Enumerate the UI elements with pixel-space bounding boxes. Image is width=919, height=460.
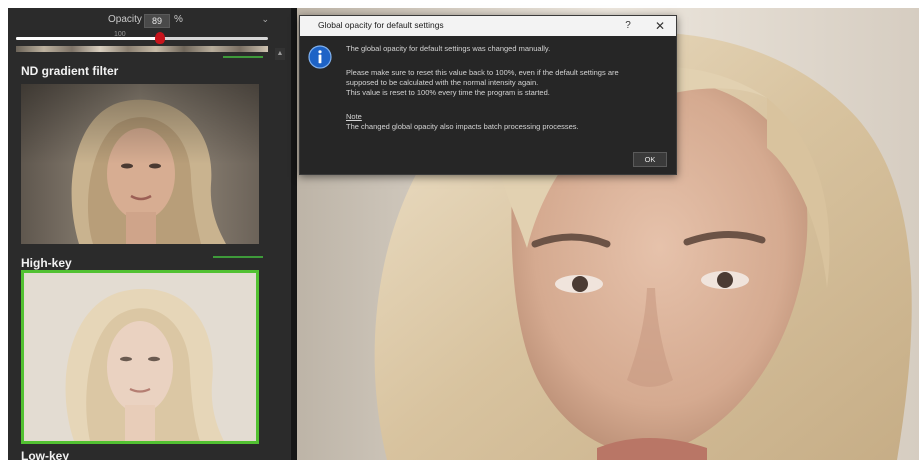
help-icon[interactable]: ? [621,18,635,34]
portrait-thumbnail-image [21,84,259,244]
green-accent-line [213,256,263,258]
preset-thumbnail-strip[interactable] [16,46,268,52]
dialog-message-line: Please make sure to reset this value bac… [346,68,619,77]
dialog-note-text: The changed global opacity also impacts … [346,122,579,131]
dialog-message-line: This value is reset to 100% every time t… [346,88,550,97]
info-icon [308,45,332,69]
dialog-message-line: supposed to be calculated with the norma… [346,78,539,87]
scroll-up-arrow-icon[interactable]: ▲ [275,48,285,60]
dialog-message-line: The global opacity for default settings … [346,44,551,53]
chevron-down-icon[interactable]: ⌄ [261,14,269,25]
opacity-input[interactable]: 89 [144,14,170,28]
opacity-row: Opacity 89 % ⌄ [8,12,291,30]
global-opacity-dialog: Global opacity for default settings ? ✕ … [299,15,677,175]
opacity-slider[interactable]: 100 [16,31,268,44]
preset-thumbnail-nd-gradient[interactable] [21,84,259,244]
portrait-thumbnail-image [24,273,256,441]
dialog-title: Global opacity for default settings [318,20,444,30]
ok-button[interactable]: OK [633,152,667,167]
preset-title-high-key: High-key [21,256,72,270]
preset-thumbnail-high-key[interactable] [21,270,259,444]
preset-title-low-key: Low-key [21,449,70,460]
presets-panel: Opacity 89 % ⌄ 100 ▲ ND gradient filter [8,8,291,460]
slider-fill [16,37,160,40]
slider-thumb[interactable] [154,32,165,44]
dialog-titlebar[interactable]: Global opacity for default settings ? ✕ [300,16,676,36]
preset-title-nd-gradient: ND gradient filter [21,64,119,78]
close-icon[interactable]: ✕ [652,18,668,34]
opacity-label: Opacity [108,14,142,25]
opacity-unit: % [174,14,183,25]
green-accent-line [223,56,263,58]
dialog-note-heading: Note [346,112,362,121]
